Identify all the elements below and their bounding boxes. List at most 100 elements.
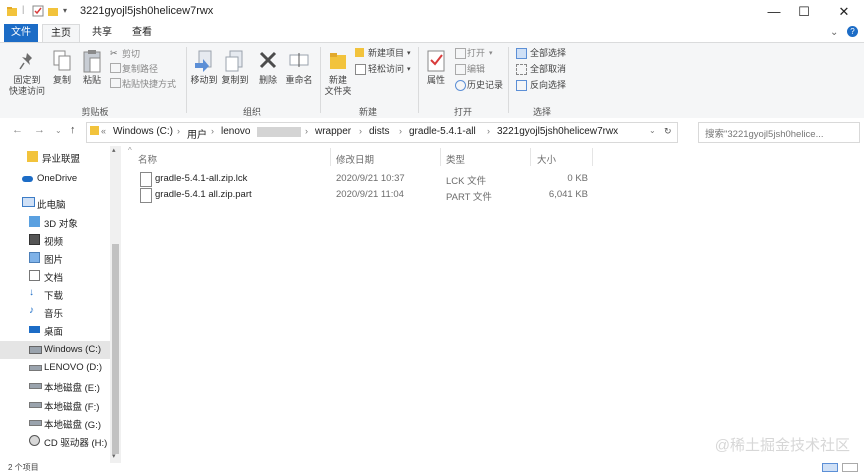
properties-quick-icon[interactable] (32, 5, 44, 17)
history-button[interactable]: 历史记录 (467, 80, 503, 91)
invert-selection-button[interactable]: 反向选择 (530, 80, 566, 91)
nav-item-this-pc[interactable]: 此电脑 (0, 194, 110, 212)
nav-item-music[interactable]: ♪ 音乐 (0, 303, 110, 321)
select-none-button[interactable]: 全部取消 (530, 64, 566, 75)
crumb-overflow-icon[interactable]: « (101, 126, 106, 136)
forward-icon[interactable]: → (34, 124, 45, 136)
easy-access-button[interactable]: 轻松访问 (368, 64, 404, 75)
download-icon: ↓ (29, 287, 34, 298)
address-bar[interactable]: « Windows (C:) › 用户 › lenovo › wrapper ›… (86, 122, 678, 143)
help-icon[interactable]: ? (847, 26, 858, 37)
breadcrumb-gradle[interactable]: gradle-5.4.1-all (409, 126, 476, 137)
paste-button[interactable]: 粘贴 (78, 75, 106, 86)
column-divider[interactable] (592, 148, 593, 166)
breadcrumb-drive[interactable]: Windows (C:) (113, 126, 173, 137)
nav-item-onedrive[interactable]: OneDrive (0, 170, 110, 188)
window-title: 3221gyojl5jsh0helicew7rwx (80, 5, 214, 17)
breadcrumb-wrapper[interactable]: wrapper (315, 126, 351, 137)
drive-icon (29, 420, 42, 426)
column-divider[interactable] (530, 148, 531, 166)
breadcrumb-users[interactable]: 用户 (187, 126, 207, 141)
nav-item-pictures[interactable]: 图片 (0, 249, 110, 267)
copy-path-button[interactable]: 复制路径 (122, 64, 158, 75)
nav-item-drive-e[interactable]: 本地磁盘 (E:) (0, 377, 110, 395)
new-item-button[interactable]: 新建项目 (368, 48, 404, 59)
ribbon-separator (186, 47, 187, 113)
recent-dropdown-icon[interactable]: ⌄ (55, 126, 62, 135)
breadcrumb-lenovo[interactable]: lenovo (221, 126, 250, 137)
copy-button[interactable]: 复制 (48, 75, 76, 86)
nav-item-cd-drive-h[interactable]: CD 驱动器 (H:) N (0, 432, 117, 450)
nav-item-yiyelianmeng[interactable]: 异业联盟 (0, 148, 110, 166)
address-dropdown-icon[interactable]: ⌄ (649, 126, 656, 135)
nav-item-drive-d[interactable]: LENOVO (D:) (0, 359, 110, 377)
tab-share[interactable]: 共享 (84, 24, 120, 42)
collapse-ribbon-icon[interactable]: ⌄ (830, 27, 838, 38)
nav-item-videos[interactable]: 视频 (0, 231, 110, 249)
breadcrumb-dists[interactable]: dists (369, 126, 390, 137)
nav-item-drive-g[interactable]: 本地磁盘 (G:) (0, 414, 110, 432)
copy-to-button[interactable]: 复制到 (219, 75, 251, 86)
scroll-up-icon[interactable]: ▴ (112, 146, 116, 154)
column-header-size[interactable]: 大小 (537, 152, 556, 166)
nav-item-drive-c[interactable]: Windows (C:) (0, 341, 110, 359)
column-header-type[interactable]: 类型 (446, 152, 465, 166)
easy-access-icon (355, 64, 366, 75)
nav-item-downloads[interactable]: ↓ 下载 (0, 285, 110, 303)
file-type: LCK 文件 (446, 176, 487, 187)
column-header-name[interactable]: 名称 (138, 152, 157, 166)
delete-button[interactable]: 删除 (254, 75, 282, 86)
move-to-icon (195, 50, 212, 72)
column-divider[interactable] (330, 148, 331, 166)
redacted-block (257, 127, 301, 137)
nav-pane-scrollbar[interactable]: ▴ ▾ (110, 146, 121, 464)
refresh-icon[interactable]: ↻ (664, 126, 672, 137)
up-icon[interactable]: ↑ (70, 124, 76, 136)
scrollbar-thumb[interactable] (112, 244, 119, 454)
breadcrumb-current[interactable]: 3221gyojl5jsh0helicew7rwx (497, 126, 618, 137)
ribbon-separator (508, 47, 509, 113)
nav-item-3d-objects[interactable]: 3D 对象 (0, 213, 110, 231)
edit-button[interactable]: 编辑 (467, 64, 485, 75)
properties-button[interactable]: 属性 (420, 75, 452, 86)
new-folder-quick-icon[interactable] (47, 5, 59, 17)
nav-item-drive-f[interactable]: 本地磁盘 (F:) (0, 396, 110, 414)
easy-access-dropdown-icon[interactable]: ▾ (407, 64, 411, 75)
back-icon[interactable]: ← (12, 124, 23, 136)
copy-icon (53, 50, 71, 71)
search-placeholder: 搜索"3221gyojl5jsh0helice... (705, 129, 824, 140)
file-icon (140, 188, 152, 203)
rename-button[interactable]: 重命名 (283, 75, 315, 86)
cut-button[interactable]: 剪切 (122, 49, 140, 60)
paste-shortcut-button[interactable]: 粘贴快捷方式 (122, 79, 176, 90)
tab-home[interactable]: 主页 (42, 24, 80, 43)
tab-file[interactable]: 文件 (4, 24, 38, 42)
scroll-down-icon[interactable]: ▾ (112, 452, 116, 460)
column-divider[interactable] (440, 148, 441, 166)
new-item-icon (355, 48, 364, 57)
select-all-button[interactable]: 全部选择 (530, 48, 566, 59)
nav-item-desktop[interactable]: 桌面 (0, 321, 110, 339)
file-row[interactable]: gradle-5.4.1 all.zip.part 2020/9/21 11:0… (136, 187, 592, 203)
column-header-modified[interactable]: 修改日期 (336, 152, 374, 166)
open-icon (455, 48, 466, 59)
tab-view[interactable]: 查看 (124, 24, 160, 42)
new-item-dropdown-icon[interactable]: ▾ (407, 48, 411, 59)
maximize-button[interactable]: ☐ (782, 2, 826, 22)
file-row[interactable]: gradle-5.4.1-all.zip.lck 2020/9/21 10:37… (136, 171, 592, 187)
pin-quick-access-button[interactable]: 固定到 快速访问 (2, 75, 52, 97)
navigation-pane: 异业联盟 OneDrive 此电脑 3D 对象 视频 图片 文档 ↓ 下载 ♪ … (0, 146, 122, 464)
drive-icon (29, 365, 42, 371)
open-dropdown-icon[interactable]: ▾ (489, 48, 493, 59)
close-button[interactable]: ✕ (822, 2, 864, 22)
title-bar: | ▾ 3221gyojl5jsh0helicew7rwx — ☐ ✕ (0, 0, 864, 24)
open-button[interactable]: 打开 (467, 48, 485, 59)
nav-item-documents[interactable]: 文档 (0, 267, 110, 285)
select-all-icon (516, 48, 527, 59)
search-input[interactable]: 搜索"3221gyojl5jsh0helice... (698, 122, 860, 143)
music-icon: ♪ (29, 305, 34, 316)
new-folder-button[interactable]: 新建 文件夹 (320, 75, 356, 97)
quick-access-dropdown-icon[interactable]: ▾ (63, 6, 75, 18)
move-to-button[interactable]: 移动到 (188, 75, 220, 86)
pictures-icon (29, 252, 40, 263)
